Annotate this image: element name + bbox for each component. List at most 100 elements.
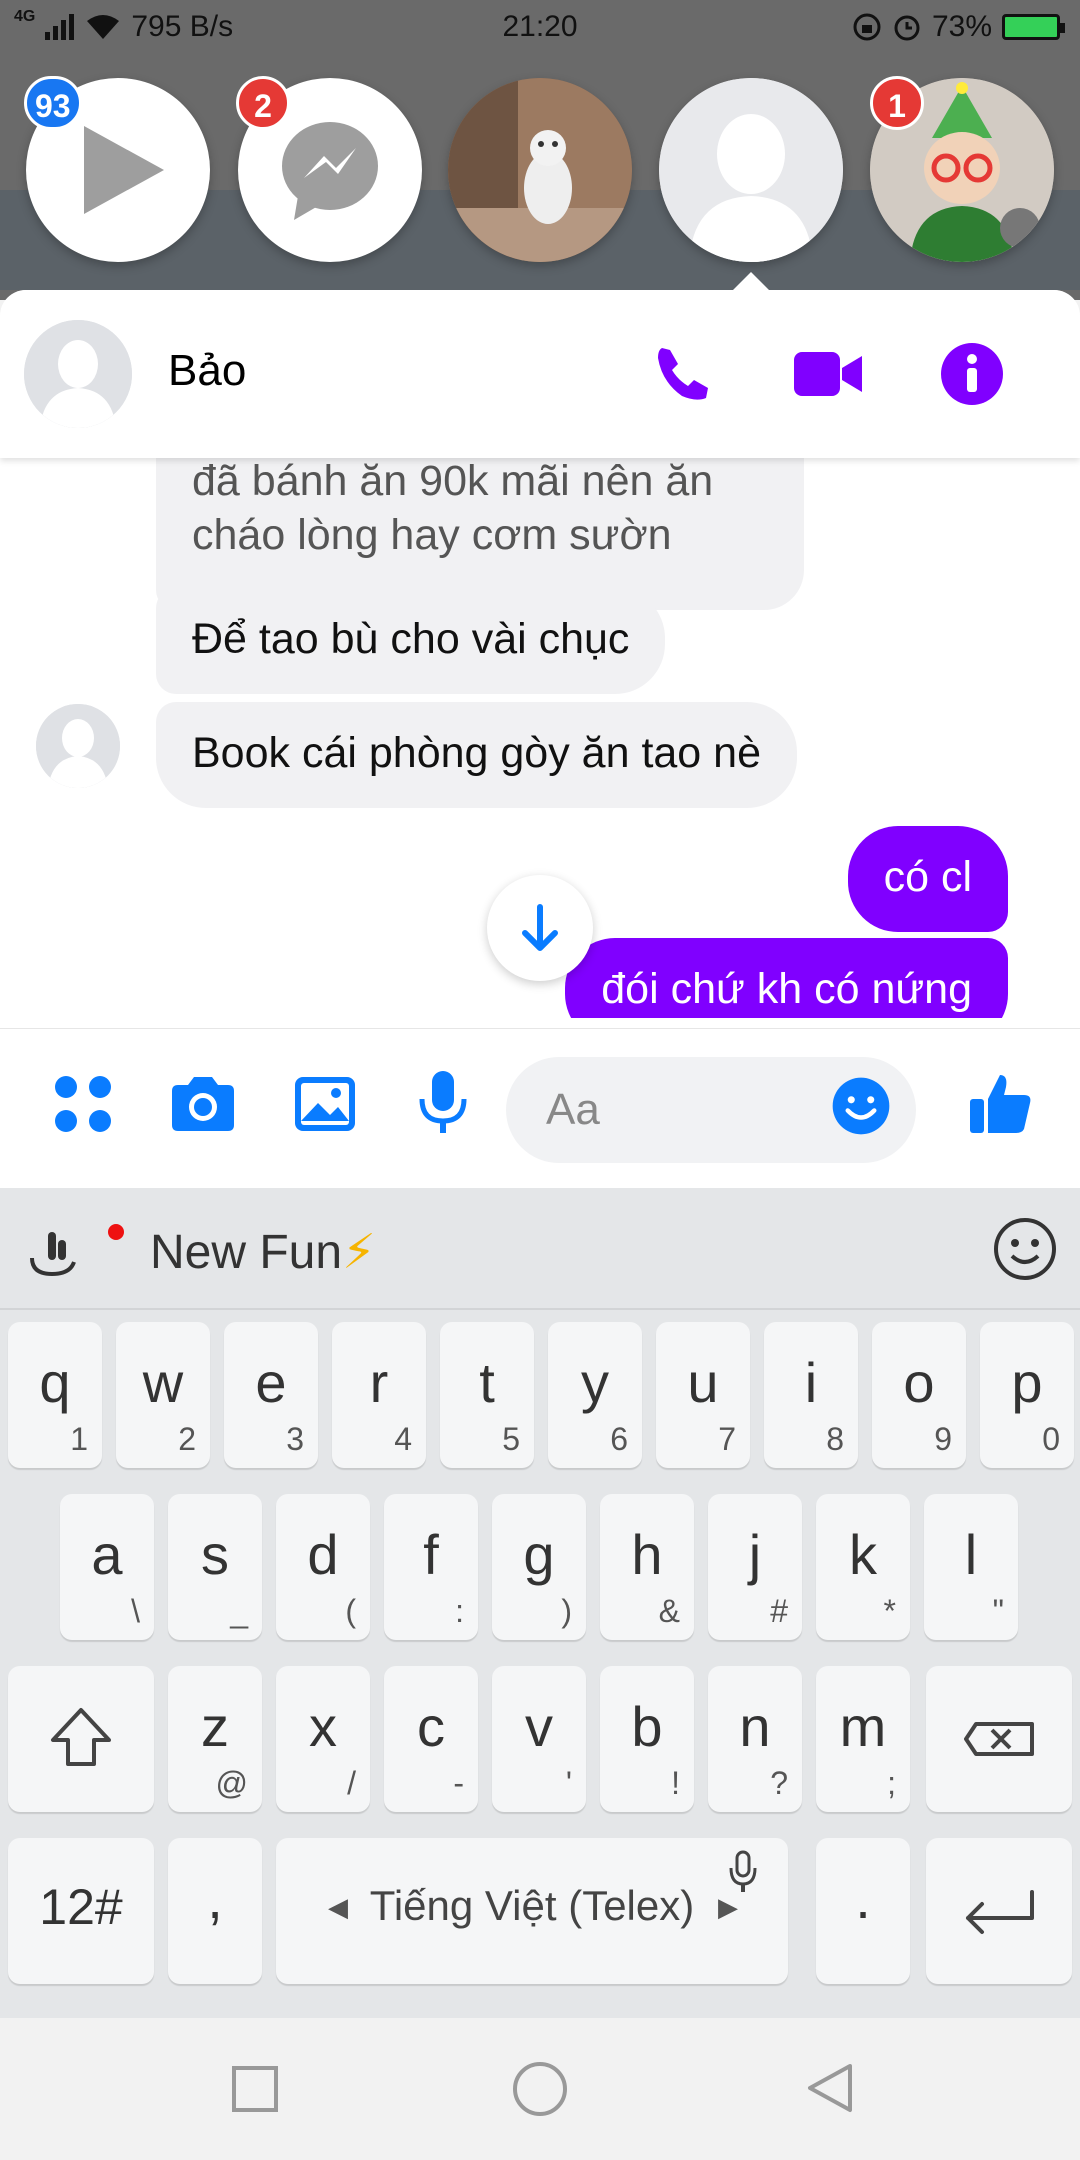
gallery-icon[interactable]: [290, 1069, 360, 1139]
key-t[interactable]: t5: [440, 1322, 534, 1468]
camera-icon[interactable]: [168, 1069, 238, 1139]
key-secondary-label: ;: [887, 1765, 896, 1801]
message-text: Để tao bù cho vài chục: [192, 615, 630, 663]
period-key[interactable]: .: [816, 1838, 910, 1984]
key-label: t: [479, 1351, 495, 1414]
keyboard: New Fun⚡ q1w2e3r4t5y6u7i8o9p0 a \ s _ d(f: g)…: [0, 1188, 1080, 2018]
status-bar: 4G 795 B/s 21:20 73%: [0, 0, 1080, 56]
key-i[interactable]: i8: [764, 1322, 858, 1468]
key-label: l: [964, 1523, 978, 1586]
sender-avatar[interactable]: [36, 704, 120, 788]
key-label: c: [417, 1695, 445, 1758]
key-n[interactable]: n?: [708, 1666, 802, 1812]
messenger-head-badge: 2: [236, 76, 290, 130]
period-key-label: .: [855, 1867, 871, 1930]
recent-apps-icon[interactable]: [230, 2064, 280, 2114]
emoji-icon[interactable]: [830, 1075, 892, 1137]
key-label: d: [307, 1523, 339, 1586]
key-w[interactable]: w2: [116, 1322, 210, 1468]
voice-input-icon: [729, 1850, 757, 1892]
contact-avatar[interactable]: [24, 320, 132, 428]
mic-icon[interactable]: [408, 1069, 478, 1139]
key-label: u: [687, 1351, 719, 1414]
apps-icon[interactable]: [48, 1069, 118, 1139]
chat-panel: Bảo đã bánh ăn 90k mãi nên ăn cháo lòng …: [0, 290, 1080, 1188]
key-label: h: [631, 1523, 663, 1586]
message-bubble-received[interactable]: Để tao bù cho vài chục: [156, 588, 666, 694]
like-icon[interactable]: [966, 1069, 1036, 1139]
person-placeholder-icon: [24, 320, 132, 428]
arrow-down-icon: [522, 904, 558, 951]
info-icon[interactable]: [936, 338, 1008, 410]
chevron-right-icon: ▶: [718, 1892, 738, 1922]
key-g[interactable]: g): [492, 1494, 586, 1640]
key-secondary-label: ": [992, 1593, 1004, 1629]
key-u[interactable]: u7: [656, 1322, 750, 1468]
key-h[interactable]: h &: [600, 1494, 694, 1640]
person-placeholder-icon: [659, 78, 843, 262]
key-label: k: [849, 1523, 877, 1586]
enter-icon: [966, 1890, 1034, 1934]
key-p[interactable]: p0: [980, 1322, 1074, 1468]
chat-header: Bảo: [0, 290, 1080, 458]
key-secondary-label: \: [131, 1593, 140, 1629]
space-key[interactable]: ◀ Tiếng Việt (Telex) ▶: [276, 1838, 788, 1984]
home-icon[interactable]: [512, 2061, 568, 2117]
key-z[interactable]: z @: [168, 1666, 262, 1812]
key-secondary-label: 2: [178, 1421, 196, 1457]
key-secondary-label: ?: [770, 1765, 788, 1801]
key-b[interactable]: b!: [600, 1666, 694, 1812]
key-label: z: [201, 1695, 229, 1758]
key-secondary-label: ': [565, 1765, 572, 1801]
keyboard-fun-label[interactable]: New Fun⚡: [150, 1224, 376, 1280]
enter-key[interactable]: [926, 1838, 1072, 1984]
backspace-key[interactable]: [926, 1666, 1072, 1812]
video-call-icon[interactable]: [792, 338, 864, 410]
key-x[interactable]: x /: [276, 1666, 370, 1812]
key-m[interactable]: m;: [816, 1666, 910, 1812]
contact-name[interactable]: Bảo: [168, 346, 246, 396]
voice-call-icon[interactable]: [648, 338, 720, 410]
key-secondary-label: :: [455, 1593, 464, 1629]
key-secondary-label: 9: [934, 1421, 952, 1457]
key-secondary-label: #: [770, 1593, 788, 1629]
battery-percent-label: 73%: [931, 10, 992, 43]
scroll-to-bottom-button[interactable]: [487, 875, 593, 981]
back-icon[interactable]: [804, 2062, 856, 2114]
key-d[interactable]: d(: [276, 1494, 370, 1640]
key-y[interactable]: y6: [548, 1322, 642, 1468]
key-o[interactable]: o9: [872, 1322, 966, 1468]
key-v[interactable]: v ': [492, 1666, 586, 1812]
key-secondary-label: -: [453, 1765, 464, 1801]
key-label: o: [903, 1351, 935, 1414]
key-label: p: [1011, 1351, 1043, 1414]
comma-key[interactable]: ,: [168, 1838, 262, 1984]
message-text: Book cái phòng gòy ăn tao nè: [192, 729, 761, 777]
lightning-icon: ⚡: [342, 1226, 376, 1279]
bao-chat-head[interactable]: [659, 78, 843, 262]
key-s[interactable]: s _: [168, 1494, 262, 1640]
message-bubble-received[interactable]: Book cái phòng gòy ăn tao nè: [156, 702, 797, 808]
key-l[interactable]: l ": [924, 1494, 1018, 1640]
key-a[interactable]: a \: [60, 1494, 154, 1640]
message-text: có cl: [883, 853, 972, 901]
key-label: v: [525, 1695, 553, 1758]
key-q[interactable]: q1: [8, 1322, 102, 1468]
key-secondary-label: *: [883, 1593, 896, 1629]
shift-key[interactable]: [8, 1666, 154, 1812]
key-f[interactable]: f:: [384, 1494, 478, 1640]
key-c[interactable]: c-: [384, 1666, 478, 1812]
key-label: i: [804, 1351, 818, 1414]
key-j[interactable]: j #: [708, 1494, 802, 1640]
emoji-keyboard-icon[interactable]: [992, 1216, 1058, 1282]
keyboard-gesture-icon[interactable]: [22, 1218, 84, 1280]
key-label: r: [369, 1351, 389, 1414]
cat-photo-chat-head[interactable]: [448, 78, 632, 262]
numbers-key[interactable]: 12#: [8, 1838, 154, 1984]
key-secondary-label: 5: [502, 1421, 520, 1457]
message-bubble-sent[interactable]: có cl: [847, 826, 1008, 932]
key-e[interactable]: e3: [224, 1322, 318, 1468]
key-k[interactable]: k *: [816, 1494, 910, 1640]
message-bubble-sent[interactable]: đói chứ kh có nứng: [565, 938, 1008, 1018]
key-r[interactable]: r4: [332, 1322, 426, 1468]
